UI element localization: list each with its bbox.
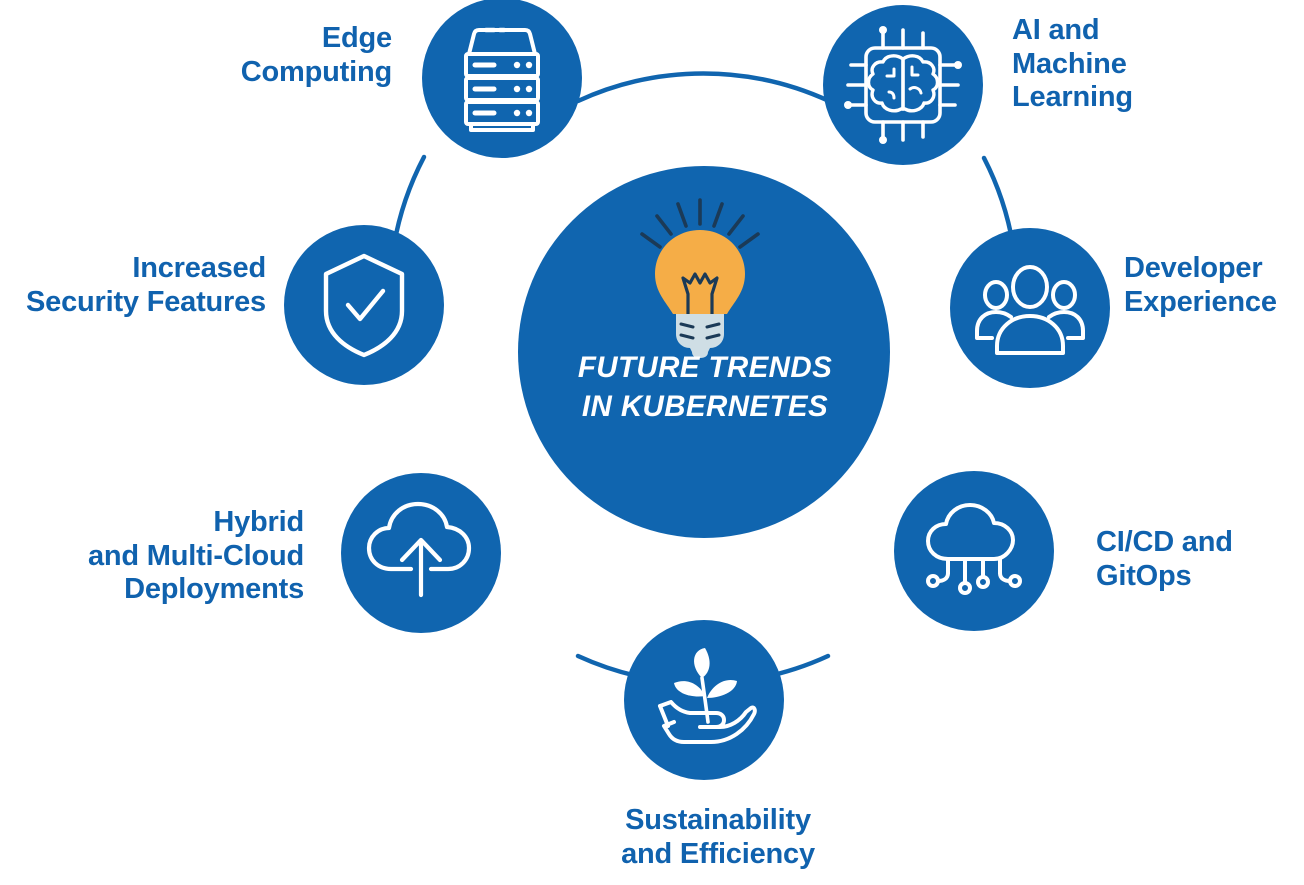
label-ai-machine-learning: AI and Machine Learning [1012,14,1133,114]
diagram-canvas: Edge Computing AI and Machine Learning D… [0,0,1304,885]
node-developer-experience[interactable] [950,228,1110,388]
node-circle-increased-security[interactable] [284,225,444,385]
label-edge-computing: Edge Computing [240,22,392,88]
label-cicd-gitops: CI/CD and GitOps [1096,526,1233,592]
node-cicd-gitops[interactable] [894,471,1054,631]
label-hybrid-multicloud: Hybrid and Multi-Cloud Deployments [87,506,304,606]
center-title: FUTURE TRENDS IN KUBERNETES [577,351,833,424]
node-circle-cicd-gitops[interactable] [894,471,1054,631]
node-edge-computing[interactable] [422,0,582,158]
node-ai-machine-learning[interactable] [823,5,983,165]
label-sustainability-efficiency: Sustainability and Efficiency [621,804,815,870]
label-developer-experience: Developer Experience [1124,252,1277,318]
arc-hybrid-to-security [391,154,427,248]
future-trends-wheel-diagram [284,0,1110,780]
arc-edge-to-ai [575,71,832,104]
label-increased-security: Increased Security Features [26,252,266,318]
node-hybrid-multicloud[interactable] [341,473,501,633]
lightbulb-glass [655,230,745,314]
node-increased-security[interactable] [284,225,444,385]
node-sustainability-efficiency[interactable] [624,620,784,780]
